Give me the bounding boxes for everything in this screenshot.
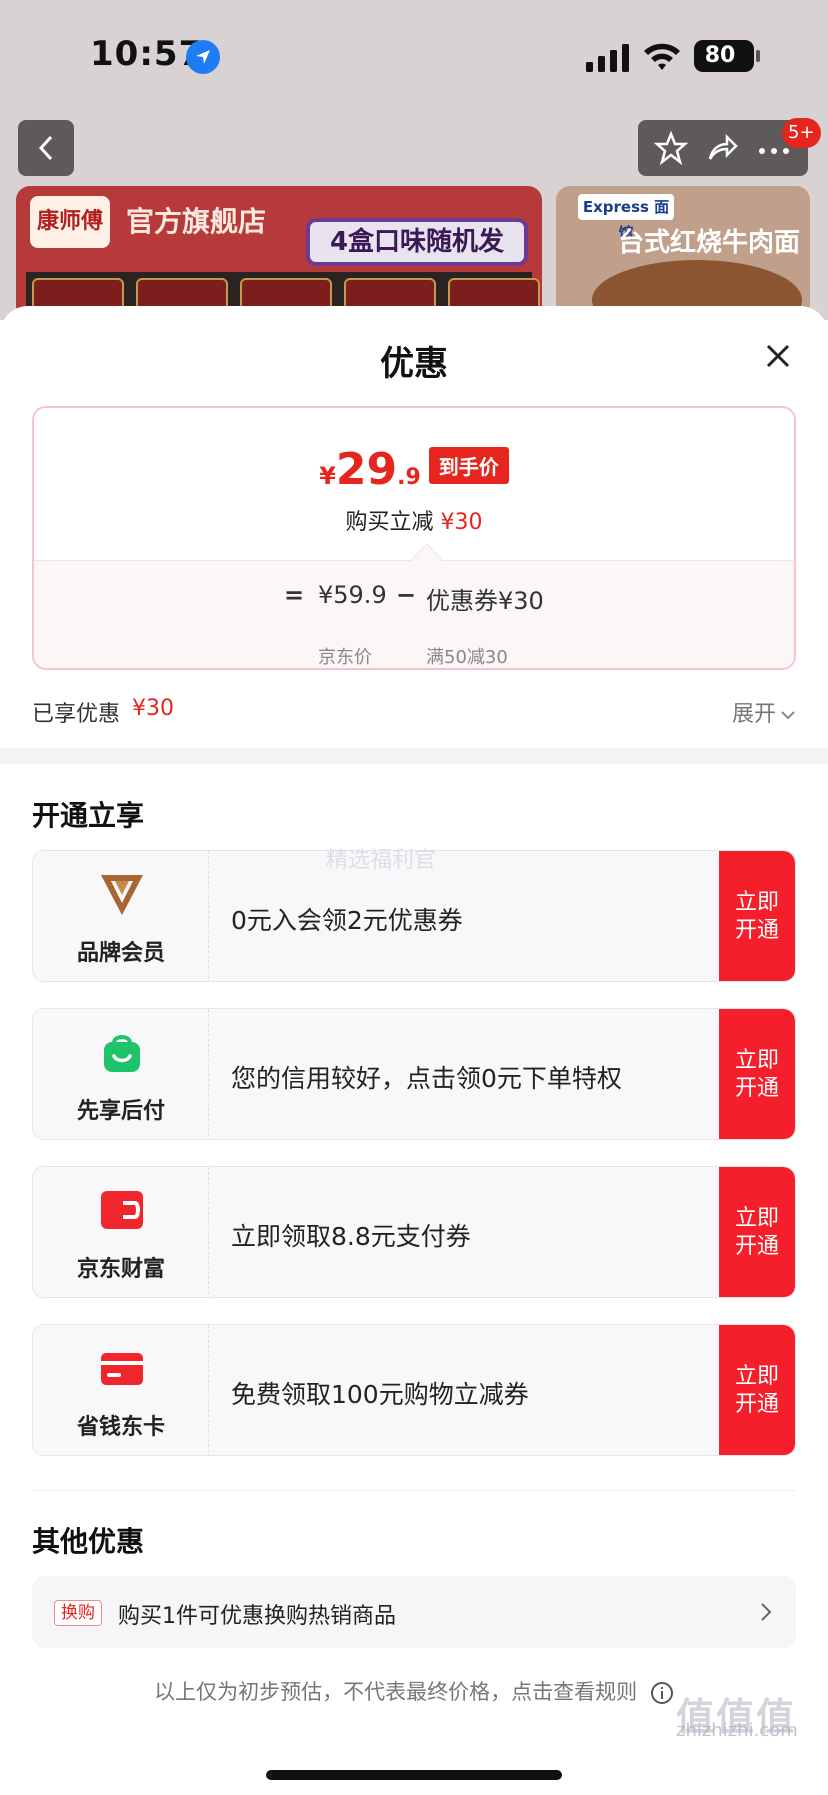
benefit-description: 您的信用较好，点击领0元下单特权 (231, 1064, 622, 1093)
benefit-icon-area: 省钱东卡 (33, 1325, 209, 1455)
price-breakdown-card: ¥29.9 到手价 购买立减 ¥30 = ¥59.9 − 优惠券¥30 京东价 满… (32, 406, 796, 670)
cta-line-2: 开通 (734, 1234, 779, 1259)
wallet-icon (101, 1191, 143, 1229)
shopping-bag-icon (104, 1035, 140, 1072)
store-banner-title: 官方旗舰店 (126, 205, 267, 238)
close-icon[interactable] (760, 338, 796, 374)
battery-cap (756, 50, 760, 62)
brand-v-icon (101, 875, 143, 915)
final-price-badge: 到手价 (428, 447, 509, 484)
benefit-card-pay-later[interactable]: 先享后付 您的信用较好，点击领0元下单特权 立即 开通 (32, 1008, 796, 1140)
chevron-left-icon (38, 135, 53, 161)
formula-coupon: 优惠券¥30 (426, 587, 544, 615)
product-image-banner[interactable]: Express 面馆 台式红烧牛肉面 (556, 186, 810, 320)
open-now-button[interactable]: 立即 开通 (719, 1167, 795, 1297)
price-integer: 29 (335, 444, 398, 495)
chevron-down-icon (781, 711, 795, 720)
cta-line-1: 立即 (734, 890, 779, 915)
share-icon[interactable] (705, 131, 739, 165)
other-section-title: 其他优惠 (32, 1525, 145, 1558)
trade-in-text: 购买1件可优惠换购热销商品 (118, 1604, 396, 1629)
favorite-star-icon[interactable] (654, 131, 689, 165)
formula-coupon-rule: 满50减30 (426, 647, 508, 668)
sheet-title: 优惠 (380, 344, 448, 384)
thin-divider (32, 1490, 796, 1491)
side-brand-logo: Express 面馆 (578, 194, 674, 242)
trade-in-offer-row[interactable]: 换购 购买1件可优惠换购热销商品 (32, 1576, 796, 1648)
cta-line-2: 开通 (734, 1076, 779, 1101)
reduce-label: 购买立减 (345, 510, 434, 535)
enjoyed-label: 已享优惠 (32, 702, 121, 727)
store-banner-tag: 4盒口味随机发 (306, 218, 528, 266)
expand-label: 展开 (731, 702, 776, 727)
benefit-description: 0元入会领2元优惠券 (231, 906, 463, 935)
store-banner[interactable]: 康师傅 官方旗舰店 4盒口味随机发 (16, 186, 542, 320)
formula-equals: = (284, 581, 305, 609)
benefit-icon-area: 品牌会员 (33, 851, 209, 981)
benefit-card-jd-finance[interactable]: 京东财富 立即领取8.8元支付券 立即 开通 (32, 1166, 796, 1298)
cta-line-1: 立即 (734, 1048, 779, 1073)
chevron-right-icon (761, 1603, 772, 1621)
enjoyed-amount: ¥30 (132, 696, 174, 721)
status-bar: 10:57 80 (0, 0, 828, 110)
battery-level: 80 (704, 43, 736, 68)
benefit-name: 京东财富 (76, 1257, 165, 1282)
cellular-signal-icon (586, 44, 629, 72)
home-indicator[interactable] (266, 1770, 562, 1780)
info-icon[interactable] (650, 1681, 674, 1705)
expand-button[interactable]: 展开 (732, 696, 796, 728)
formula-minus: − (396, 581, 417, 609)
discount-sheet: 优惠 ¥29.9 到手价 购买立减 ¥30 = ¥59.9 − 优惠券¥30 京东… (0, 306, 828, 1795)
formula-base-label: 京东价 (318, 647, 372, 668)
side-banner-title: 台式红烧牛肉面 (618, 228, 801, 258)
open-section-title: 开通立享 (32, 799, 145, 832)
section-divider (0, 748, 828, 764)
price-decimal: .9 (397, 465, 421, 490)
price-formula-area: = ¥59.9 − 优惠券¥30 京东价 满50减30 (34, 560, 794, 668)
brand-logo: 康师傅 (30, 196, 110, 248)
benefit-name: 先享后付 (76, 1099, 165, 1124)
trade-in-tag: 换购 (54, 1600, 102, 1626)
cta-line-2: 开通 (734, 918, 779, 943)
cta-line-2: 开通 (734, 1392, 779, 1417)
overlay-watermark: 精选福利官 (326, 848, 437, 873)
benefit-icon-area: 京东财富 (33, 1167, 209, 1297)
site-watermark: zhizhizhi.com (676, 1720, 798, 1741)
open-now-button[interactable]: 立即 开通 (719, 851, 795, 981)
currency-symbol: ¥ (319, 462, 336, 490)
benefit-description: 立即领取8.8元支付券 (231, 1222, 471, 1251)
enjoyed-discount-row: 已享优惠 ¥30 展开 (32, 690, 796, 730)
final-price: ¥29.9 到手价 (34, 444, 794, 495)
benefit-name: 品牌会员 (76, 941, 165, 966)
reduce-amount: ¥30 (440, 510, 483, 535)
benefit-name: 省钱东卡 (76, 1415, 165, 1440)
location-arrow-icon (186, 40, 220, 74)
battery-icon: 80 (694, 40, 754, 72)
open-now-button[interactable]: 立即 开通 (719, 1325, 795, 1455)
background-page: 10:57 80 5+ 康师傅 官方旗舰店 4盒口味随机发 Express 面馆… (0, 0, 828, 320)
final-price-area: ¥29.9 到手价 购买立减 ¥30 (34, 408, 794, 560)
message-count-badge: 5+ (782, 118, 821, 148)
cta-line-1: 立即 (734, 1364, 779, 1389)
instant-reduce-row: 购买立减 ¥30 (34, 504, 794, 536)
disclaimer-text: 以上仅为初步预估，不代表最终价格，点击查看规则 (154, 1680, 638, 1704)
open-now-button[interactable]: 立即 开通 (719, 1009, 795, 1139)
card-icon (101, 1353, 143, 1385)
back-button[interactable] (18, 120, 74, 176)
benefit-description: 免费领取100元购物立减券 (231, 1380, 529, 1409)
benefit-icon-area: 先享后付 (33, 1009, 209, 1139)
wifi-icon (644, 43, 680, 70)
formula-base-price: ¥59.9 (318, 581, 387, 609)
benefit-card-saving-card[interactable]: 省钱东卡 免费领取100元购物立减券 立即 开通 (32, 1324, 796, 1456)
cta-line-1: 立即 (734, 1206, 779, 1231)
